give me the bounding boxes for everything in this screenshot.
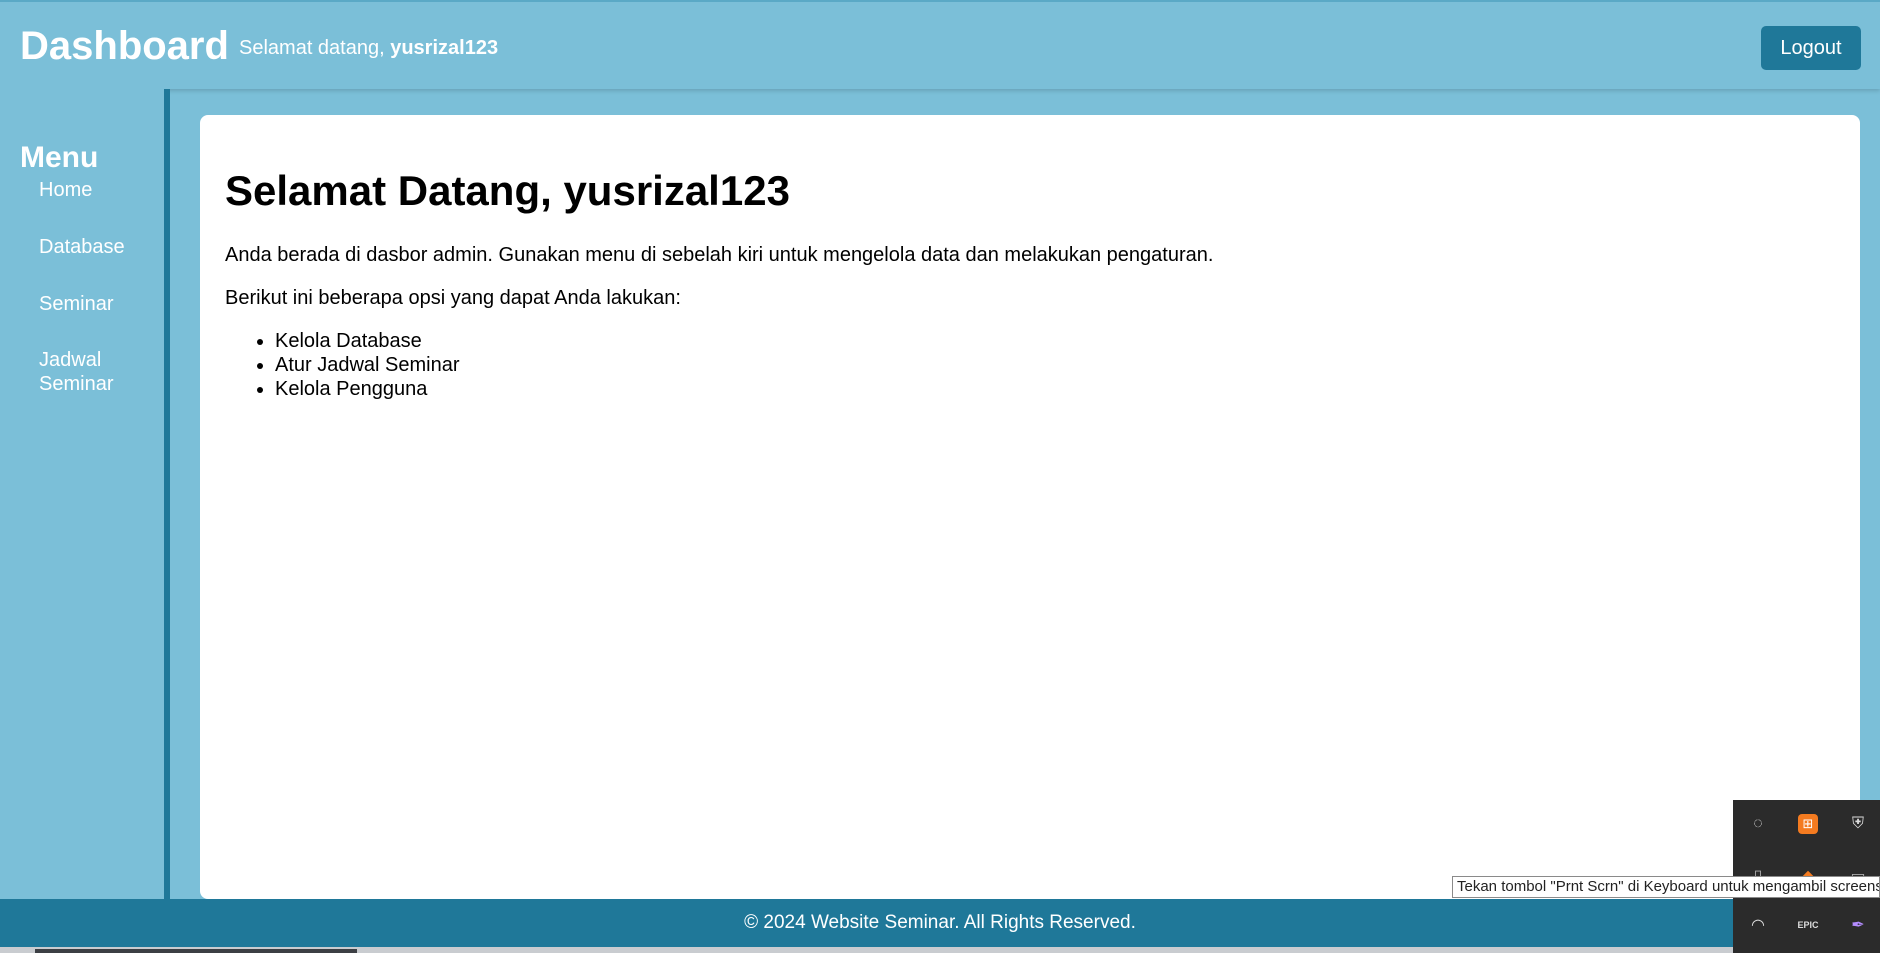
main-content: Selamat Datang, yusrizal123 Anda berada … — [200, 115, 1860, 899]
welcome-username: yusrizal123 — [390, 37, 499, 59]
sidebar: Menu Home Database Seminar Jadwal Semina… — [0, 89, 170, 899]
taskbar-strip — [0, 947, 1880, 953]
list-item: Atur Jadwal Seminar — [275, 353, 460, 377]
options-list: Kelola Database Atur Jadwal Seminar Kelo… — [225, 329, 460, 401]
sidebar-item-database[interactable]: Database — [39, 235, 164, 259]
intro-text: Anda berada di dasbor admin. Gunakan men… — [225, 244, 1214, 266]
taskbar-segment — [35, 949, 357, 953]
epic-games-icon[interactable]: EPIC — [1794, 911, 1822, 939]
brand-title: Dashboard — [20, 24, 229, 68]
shield-icon[interactable]: ⛨ — [1844, 810, 1872, 838]
list-item: Kelola Pengguna — [275, 377, 460, 401]
list-item: Kelola Database — [275, 329, 460, 353]
options-intro-text: Berikut ini beberapa opsi yang dapat And… — [225, 287, 681, 309]
top-header: Dashboard Selamat datang, yusrizal123 Lo… — [0, 0, 1880, 89]
welcome-text: Selamat datang, yusrizal123 — [239, 37, 498, 60]
sidebar-item-jadwal-seminar[interactable]: Jadwal Seminar — [39, 348, 129, 396]
welcome-prefix: Selamat datang, — [239, 37, 385, 59]
page-title: Selamat Datang, yusrizal123 — [225, 167, 790, 214]
circle-icon[interactable]: ◌ — [1744, 810, 1772, 838]
sidebar-item-seminar[interactable]: Seminar — [39, 292, 164, 316]
sidebar-item-home[interactable]: Home — [39, 178, 164, 202]
menu-title: Menu — [20, 141, 99, 174]
pen-icon[interactable]: ✒ — [1844, 911, 1872, 939]
xampp-icon[interactable]: ⊞ — [1798, 814, 1818, 834]
wifi-icon[interactable]: ◠ — [1744, 911, 1772, 939]
logout-button[interactable]: Logout — [1761, 26, 1861, 70]
footer: © 2024 Website Seminar. All Rights Reser… — [0, 899, 1880, 947]
tooltip: Tekan tombol "Prnt Scrn" di Keyboard unt… — [1452, 876, 1880, 898]
